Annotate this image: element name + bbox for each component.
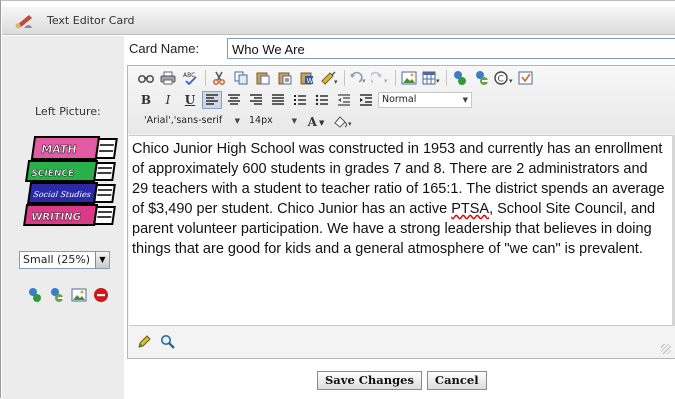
toolbar-row-2: B I U Normal ▼: [136, 90, 476, 110]
select-image-icon[interactable]: [27, 287, 43, 303]
toolbar-separator: [344, 70, 345, 86]
rich-text-editor: ABC W ▾ ▾ ▾ ▾ C ▾ B I U Normal ▼ 'Arial'…: [127, 65, 675, 359]
resize-grip[interactable]: [661, 344, 671, 354]
zoom-icon[interactable]: [160, 334, 176, 350]
form-buttons: Save Changes Cancel: [317, 371, 487, 390]
svg-text:▾: ▾: [334, 79, 338, 85]
indent-icon[interactable]: [356, 91, 376, 109]
underline-button[interactable]: U: [180, 91, 200, 109]
toolbar-row-3: 'Arial','sans-serif ▼ 14px ▼ A ▼ ▾: [132, 112, 358, 132]
picture-actions: [27, 287, 109, 303]
font-size-value: 14px: [249, 115, 273, 126]
toolbar-separator: [446, 70, 447, 86]
outdent-icon[interactable]: [334, 91, 354, 109]
highlight-color-icon[interactable]: ▾: [330, 113, 356, 131]
editor-toolbar: ABC W ▾ ▾ ▾ ▾ C ▾ B I U Normal ▼ 'Arial'…: [128, 66, 675, 134]
bold-button[interactable]: B: [136, 91, 156, 109]
toolbar-row-1: ABC W ▾ ▾ ▾ ▾ C ▾: [136, 68, 538, 88]
text-editor-card-window: Text Editor Card Left Picture: WRITING S…: [0, 0, 675, 399]
book-label-social-studies: Social Studies: [33, 190, 92, 199]
font-color-label: A: [307, 115, 317, 129]
left-picture-image[interactable]: WRITING Social Studies SCIENCE MATH: [19, 131, 121, 238]
paste-icon[interactable]: [253, 69, 273, 87]
paragraph-format-select[interactable]: Normal ▼: [378, 92, 472, 108]
svg-text:▾: ▾: [348, 121, 352, 128]
unordered-list-icon[interactable]: [312, 91, 332, 109]
align-right-icon[interactable]: [246, 91, 266, 109]
ordered-list-icon[interactable]: [290, 91, 310, 109]
toolbar-separator: [395, 70, 396, 86]
font-color-button[interactable]: A ▼: [304, 113, 328, 131]
svg-text:C: C: [498, 75, 504, 85]
chevron-down-icon: ▼: [462, 96, 468, 104]
paste-text-icon[interactable]: [275, 69, 295, 87]
find-icon[interactable]: [136, 69, 156, 87]
chevron-down-icon: ▼: [291, 117, 297, 125]
editor-card-icon: [14, 12, 34, 33]
italic-button[interactable]: I: [158, 91, 178, 109]
editor-footer-tools: [136, 334, 176, 350]
chevron-down-icon[interactable]: ▼: [95, 252, 109, 268]
svg-text:ABC: ABC: [183, 72, 195, 79]
book-label-writing: WRITING: [30, 212, 81, 223]
svg-text:▾: ▾: [362, 78, 366, 85]
insert-image-icon[interactable]: [399, 69, 419, 87]
save-changes-button[interactable]: Save Changes: [317, 371, 422, 390]
remove-link-icon[interactable]: [472, 69, 492, 87]
insert-media-icon[interactable]: [516, 69, 536, 87]
school-books-clipart: WRITING Social Studies SCIENCE MATH: [23, 136, 118, 226]
redo-icon[interactable]: ▾: [370, 69, 390, 87]
font-size-select[interactable]: 14px ▼: [246, 114, 300, 130]
svg-text:▾: ▾: [436, 78, 440, 85]
insert-link-icon[interactable]: [450, 69, 470, 87]
font-family-select[interactable]: 'Arial','sans-serif ▼: [132, 114, 242, 130]
book-label-math: MATH: [40, 143, 77, 156]
editor-content-area[interactable]: Chico Junior High School was constructed…: [129, 135, 675, 326]
remove-image-icon[interactable]: [49, 287, 65, 303]
chevron-down-icon: ▼: [234, 117, 240, 125]
paste-word-icon[interactable]: W: [297, 69, 317, 87]
insert-table-icon[interactable]: ▾: [421, 69, 441, 87]
misspelled-word: PTSA: [451, 201, 490, 217]
print-icon[interactable]: [158, 69, 178, 87]
paragraph-format-value: Normal: [382, 94, 417, 105]
cut-icon[interactable]: [209, 69, 229, 87]
image-properties-icon[interactable]: [71, 287, 87, 303]
book-label-science: SCIENCE: [30, 169, 74, 179]
align-justify-icon[interactable]: [268, 91, 288, 109]
picture-size-value: Small (25%): [23, 253, 91, 266]
left-picture-label: Left Picture:: [35, 105, 101, 118]
font-family-value: 'Arial','sans-serif: [144, 115, 223, 126]
title-bar: Text Editor Card: [2, 7, 675, 35]
format-painter-icon[interactable]: ▾: [319, 69, 339, 87]
align-center-icon[interactable]: [224, 91, 244, 109]
edit-pencil-icon[interactable]: [136, 334, 152, 350]
svg-text:▾: ▾: [384, 78, 388, 85]
svg-text:W: W: [307, 77, 314, 85]
delete-icon[interactable]: [93, 287, 109, 303]
svg-text:▾: ▾: [509, 78, 513, 85]
copy-icon[interactable]: [231, 69, 251, 87]
picture-size-select[interactable]: Small (25%) ▼: [19, 251, 110, 269]
insert-special-char-icon[interactable]: C ▾: [494, 69, 514, 87]
undo-icon[interactable]: ▾: [348, 69, 368, 87]
align-left-icon[interactable]: [202, 91, 222, 109]
window-title: Text Editor Card: [47, 14, 135, 27]
card-name-label: Card Name:: [129, 41, 200, 56]
cancel-button[interactable]: Cancel: [426, 371, 487, 390]
spellcheck-icon[interactable]: ABC: [180, 69, 200, 87]
card-name-input[interactable]: [227, 38, 675, 59]
toolbar-separator: [205, 70, 206, 86]
